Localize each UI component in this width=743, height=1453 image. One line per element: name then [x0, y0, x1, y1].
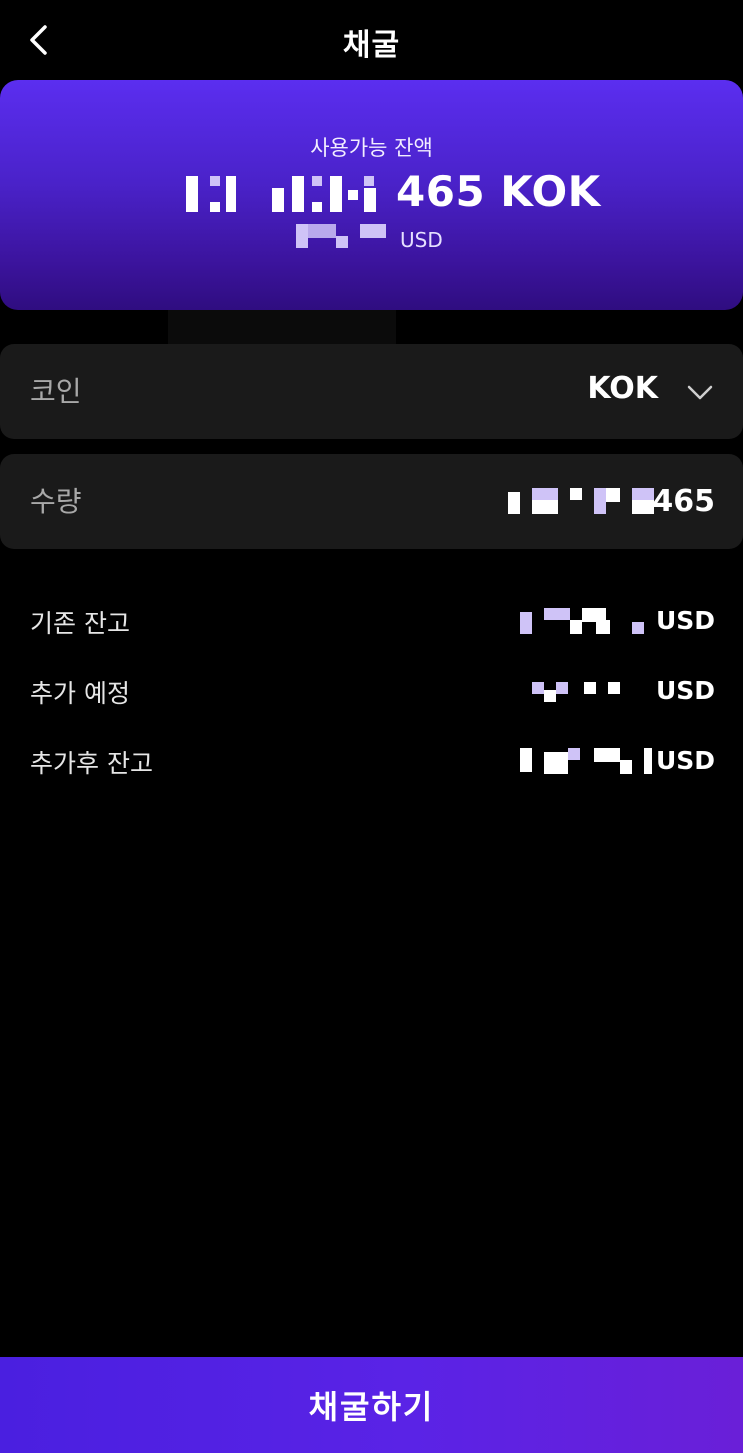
summary-label: 추가 예정 — [30, 679, 130, 708]
summary-row-expected-addition: 추가 예정 USD — [30, 674, 715, 714]
header: 채굴 — [0, 0, 743, 78]
chevron-down-icon[interactable] — [685, 377, 715, 407]
page-title: 채굴 — [342, 28, 401, 63]
mining-screen: 채굴 사용가능 잔액 465 KOK USD 코인 KOK 수량 465 기존 … — [0, 0, 743, 1453]
balance-amount: 465 KOK — [396, 167, 601, 216]
balance-usd-unit: USD — [400, 228, 443, 252]
summary-unit: USD — [655, 676, 715, 705]
censored-usd-value — [296, 224, 386, 250]
summary-unit: USD — [655, 606, 715, 635]
summary-unit: USD — [655, 746, 715, 775]
quantity-label: 수량 — [30, 485, 82, 518]
coin-label: 코인 — [30, 375, 82, 408]
quantity-value: 465 — [652, 484, 715, 519]
censored-after-balance — [520, 748, 656, 776]
censored-quantity-digits — [508, 488, 656, 516]
censored-previous-balance — [520, 608, 656, 636]
summary-row-previous-balance: 기존 잔고 USD — [30, 604, 715, 644]
summary-row-after-balance: 추가후 잔고 USD — [30, 744, 715, 784]
summary-label: 기존 잔고 — [30, 609, 130, 638]
coin-select[interactable]: 코인 KOK — [0, 344, 743, 439]
quantity-field[interactable]: 수량 465 — [0, 454, 743, 549]
summary-label: 추가후 잔고 — [30, 749, 153, 778]
mine-button[interactable]: 채굴하기 — [0, 1357, 743, 1453]
available-balance-label: 사용가능 잔액 — [310, 136, 433, 160]
censored-balance-digits — [186, 176, 386, 214]
censored-expected-addition — [532, 678, 632, 706]
coin-value: KOK — [587, 371, 658, 406]
